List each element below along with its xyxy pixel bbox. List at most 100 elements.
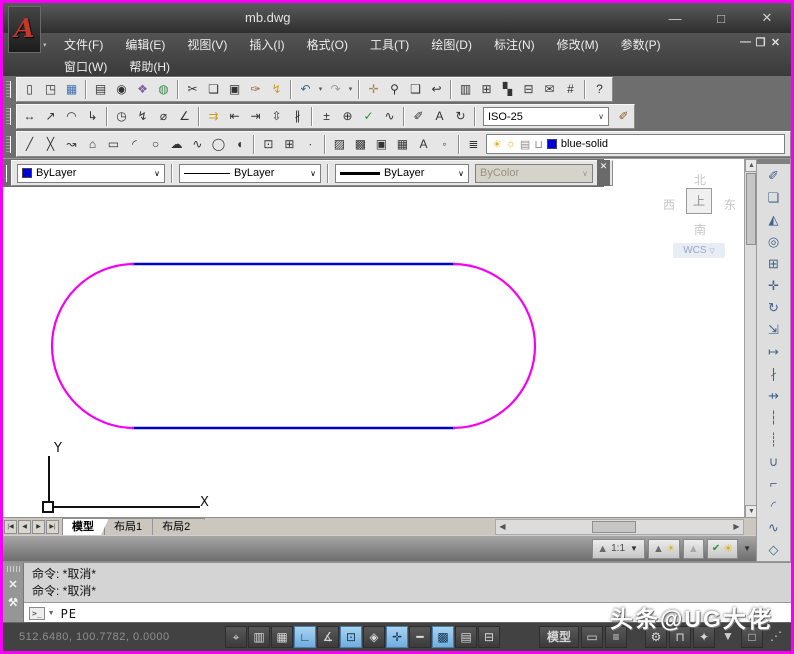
construction-line-button[interactable]: ╳ — [40, 134, 61, 155]
break-button[interactable]: ┊ — [761, 429, 787, 451]
coordinate-readout[interactable]: 512.6480, 100.7782, 0.0000 — [19, 631, 217, 643]
annotation-autoscale-button[interactable]: ▲ — [682, 538, 704, 559]
sheet-set-manager-button[interactable]: ⊟ — [518, 79, 539, 100]
command-input-text[interactable]: PE — [61, 607, 77, 621]
transparency-toggle[interactable]: ▩ — [432, 626, 454, 648]
tab-next-button[interactable]: ▶ — [32, 519, 45, 534]
arc-button[interactable]: ◜ — [124, 134, 145, 155]
tool-palettes-button[interactable]: ▚ — [497, 79, 518, 100]
cut-button[interactable]: ✂ — [182, 79, 203, 100]
scroll-right-button[interactable]: ▶ — [730, 520, 743, 534]
dynamic-input-toggle[interactable]: ✛ — [386, 626, 408, 648]
continue-dimension-button[interactable]: ⇥ — [245, 106, 266, 127]
trim-button[interactable]: ∤ — [761, 363, 787, 385]
snap-toggle[interactable]: ▥ — [248, 626, 270, 648]
zoom-realtime-button[interactable]: ⚲ — [384, 79, 405, 100]
logo-dropdown-icon[interactable]: ▾ — [43, 41, 47, 49]
layer-properties-manager-button[interactable]: ≣ — [463, 134, 484, 155]
jogged-dimension-button[interactable]: ↯ — [132, 106, 153, 127]
toolbar-grip[interactable] — [6, 108, 11, 125]
stadium-left-arc[interactable] — [50, 262, 135, 430]
diameter-dimension-button[interactable]: ⌀ — [153, 106, 174, 127]
move-button[interactable]: ✛ — [761, 275, 787, 297]
menu-parametric[interactable]: 参数(P) — [610, 34, 672, 56]
layer-plot-icon[interactable]: ▤ — [520, 138, 530, 151]
plot-button[interactable]: ▤ — [90, 79, 111, 100]
inspection-button[interactable]: ✓ — [358, 106, 379, 127]
horizontal-scroll-thumb[interactable] — [592, 521, 636, 533]
join-button[interactable]: ∪ — [761, 451, 787, 473]
wcs-menu[interactable]: WCS ▽ — [673, 243, 725, 258]
viewcube-north[interactable]: 北 — [690, 171, 710, 188]
tab-prev-button[interactable]: ◀ — [18, 519, 31, 534]
annotation-visibility-button[interactable]: ▲ ☀ — [647, 538, 680, 559]
designcenter-button[interactable]: ⊞ — [476, 79, 497, 100]
menu-modify[interactable]: 修改(M) — [546, 34, 610, 56]
spline-button[interactable]: ∿ — [187, 134, 208, 155]
menu-file[interactable]: 文件(F) — [53, 34, 114, 56]
circle-button[interactable]: ○ — [145, 134, 166, 155]
linetype-select[interactable]: ByLayer ∨ — [179, 163, 321, 183]
edit-block-button[interactable]: ↯ — [266, 79, 287, 100]
doc-minimize-button[interactable]: — — [738, 36, 753, 49]
vertical-scroll-thumb[interactable] — [746, 173, 756, 245]
table-button[interactable]: ▦ — [392, 134, 413, 155]
erase-button[interactable]: ✐ — [761, 165, 787, 187]
toolbar-grip[interactable] — [757, 159, 790, 164]
tab-last-button[interactable]: ▶| — [46, 519, 59, 534]
close-button[interactable]: ✕ — [753, 10, 781, 26]
viewcube-south[interactable]: 南 — [690, 221, 710, 238]
open-button[interactable]: ◳ — [40, 79, 61, 100]
grid-toggle[interactable]: ▦ — [271, 626, 293, 648]
scale-button[interactable]: ⇲ — [761, 319, 787, 341]
center-mark-button[interactable]: ⊕ — [337, 106, 358, 127]
menu-tools[interactable]: 工具(T) — [359, 34, 420, 56]
quickcalc-button[interactable]: # — [560, 79, 581, 100]
copy-button[interactable]: ❏ — [203, 79, 224, 100]
polygon-button[interactable]: ⌂ — [82, 134, 103, 155]
command-close-icon[interactable]: ✕ — [3, 576, 23, 594]
dimension-style-manager-button[interactable]: ✐ — [613, 106, 634, 127]
make-block-button[interactable]: ⊞ — [279, 134, 300, 155]
zoom-window-button[interactable]: ❑ — [405, 79, 426, 100]
annotation-menu-button[interactable]: ▼ — [741, 544, 753, 553]
lineweight-toggle[interactable]: ━ — [409, 626, 431, 648]
point-button[interactable]: ∙ — [300, 134, 321, 155]
help-button[interactable]: ? — [589, 79, 610, 100]
mirror-button[interactable]: ◭ — [761, 209, 787, 231]
stretch-button[interactable]: ↦ — [761, 341, 787, 363]
gradient-button[interactable]: ▩ — [350, 134, 371, 155]
layer-on-icon[interactable]: ☀ — [492, 138, 502, 151]
toolbar-grip[interactable] — [6, 135, 11, 153]
break-at-point-button[interactable]: ┆ — [761, 407, 787, 429]
extend-button[interactable]: ⇸ — [761, 385, 787, 407]
redo-dropdown[interactable]: ▾ — [346, 79, 355, 100]
dimension-style-select[interactable]: ISO-25 ∨ — [483, 107, 609, 126]
toolbar-grip[interactable] — [6, 164, 7, 182]
copy-button[interactable]: ❏ — [761, 187, 787, 209]
tolerance-button[interactable]: ± — [316, 106, 337, 127]
undo-button[interactable]: ↶ — [295, 79, 316, 100]
scroll-left-button[interactable]: ◀ — [496, 520, 509, 534]
line-button[interactable]: ╱ — [19, 134, 40, 155]
minimize-button[interactable]: — — [661, 11, 689, 26]
undo-dropdown[interactable]: ▾ — [316, 79, 325, 100]
menu-view[interactable]: 视图(V) — [176, 34, 238, 56]
infer-constraints-toggle[interactable]: ⌖ — [225, 626, 247, 648]
insert-block-button[interactable]: ⊡ — [258, 134, 279, 155]
menu-insert[interactable]: 插入(I) — [238, 34, 295, 56]
menu-help[interactable]: 帮助(H) — [118, 56, 181, 78]
toolbar-close-button[interactable]: ✕ — [597, 160, 610, 186]
region-button[interactable]: ▣ — [371, 134, 392, 155]
point-style-button[interactable]: ◦ — [434, 134, 455, 155]
annotation-monitor-button[interactable]: ▭ — [581, 626, 603, 648]
revision-cloud-button[interactable]: ☁ — [166, 134, 187, 155]
tab-layout2[interactable]: 布局2 — [152, 518, 205, 535]
polyline-button[interactable]: ↝ — [61, 134, 82, 155]
ordinate-dimension-button[interactable]: ↳ — [82, 106, 103, 127]
dimension-space-button[interactable]: ⇳ — [266, 106, 287, 127]
selection-cycling-toggle[interactable]: ⊟ — [478, 626, 500, 648]
jogged-linear-button[interactable]: ∿ — [379, 106, 400, 127]
radius-dimension-button[interactable]: ◷ — [111, 106, 132, 127]
chamfer-button[interactable]: ⌐ — [761, 473, 787, 495]
